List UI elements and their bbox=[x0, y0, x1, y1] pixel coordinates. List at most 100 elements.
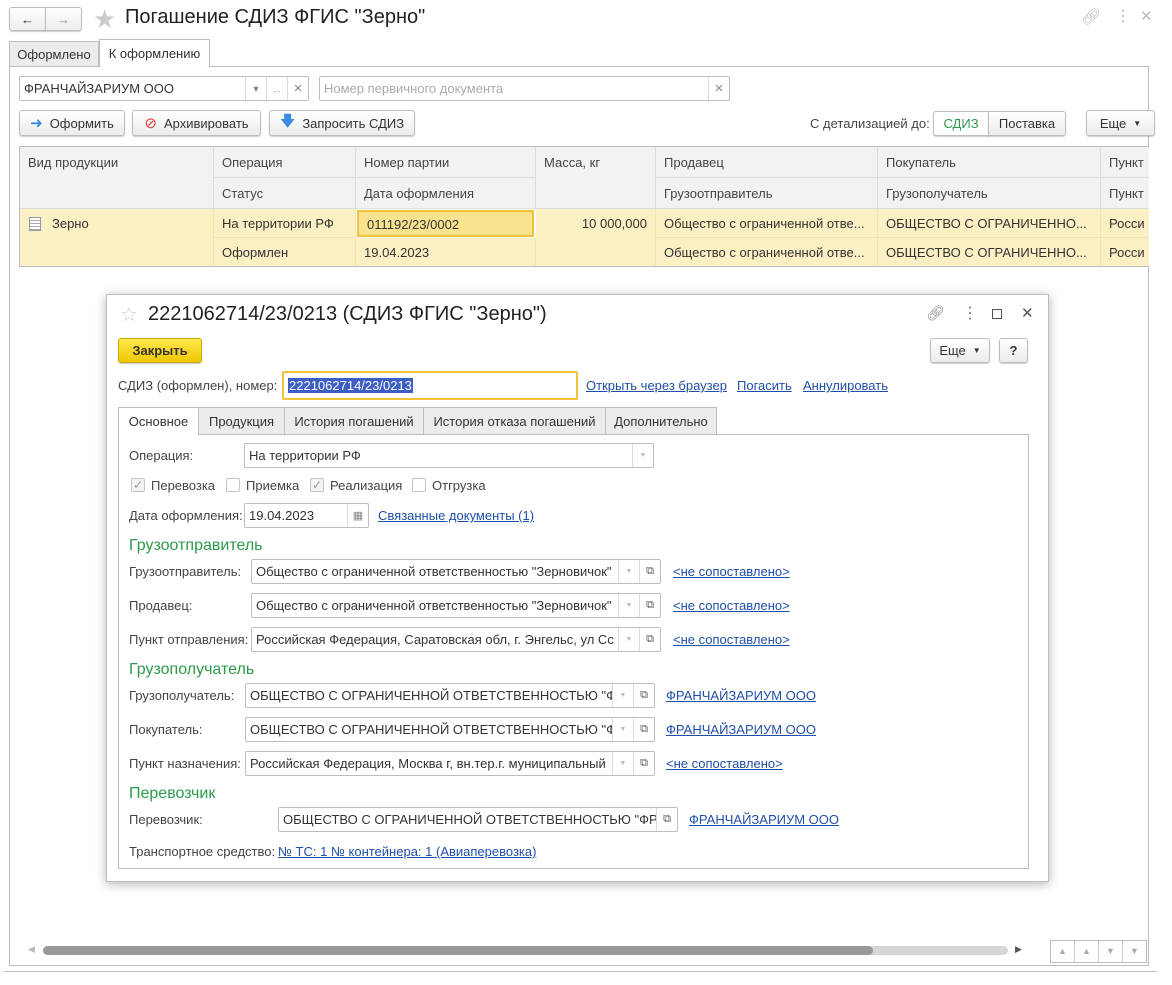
tab-repay-history[interactable]: История погашений bbox=[284, 407, 424, 434]
sdiz-number-input[interactable]: 2221062714/23/0213 bbox=[282, 371, 578, 400]
col-product[interactable]: Вид продукции bbox=[20, 147, 214, 209]
buyer-link[interactable]: ФРАНЧАЙЗАРИУМ ООО bbox=[666, 722, 816, 737]
cell-point-1[interactable]: Росси bbox=[1101, 209, 1149, 238]
checkbox-acceptance-label[interactable]: Приемка bbox=[246, 478, 299, 493]
cell-seller[interactable]: Общество с ограниченной отве... bbox=[656, 209, 878, 238]
cell-shipper[interactable]: Общество с ограниченной отве... bbox=[656, 238, 878, 266]
doc-number-input[interactable]: Номер первичного документа ✕ bbox=[319, 76, 730, 101]
help-button[interactable]: ? bbox=[999, 338, 1028, 363]
prev-row-icon[interactable]: ▲ bbox=[1075, 941, 1099, 962]
checkbox-shipment-label[interactable]: Отгрузка bbox=[432, 478, 486, 493]
seller-select[interactable]: Общество с ограниченной ответственностью… bbox=[251, 593, 661, 618]
col-date[interactable]: Дата оформления bbox=[356, 178, 536, 209]
col-buyer[interactable]: Покупатель bbox=[878, 147, 1101, 178]
more-button[interactable]: Еще ▼ bbox=[1086, 110, 1155, 136]
col-point-2[interactable]: Пункт bbox=[1101, 178, 1149, 209]
annul-link[interactable]: Аннулировать bbox=[803, 378, 888, 393]
date-input[interactable]: 19.04.2023 ▦ bbox=[244, 503, 369, 528]
cell-operation[interactable]: На территории РФ bbox=[214, 209, 356, 238]
consignee-select[interactable]: ОБЩЕСТВО С ОГРАНИЧЕННОЙ ОТВЕТСТВЕННОСТЬЮ… bbox=[245, 683, 655, 708]
col-batch[interactable]: Номер партии bbox=[356, 147, 536, 178]
checkbox-transport[interactable]: ✓ bbox=[131, 478, 145, 492]
cell-batch-selected[interactable]: 011192/23/0002 bbox=[357, 210, 534, 237]
more-dots-icon[interactable]: ⋮ bbox=[1115, 6, 1131, 26]
table-row[interactable]: Зерно bbox=[20, 209, 214, 266]
checkbox-acceptance[interactable] bbox=[226, 478, 240, 492]
checkbox-shipment[interactable] bbox=[412, 478, 426, 492]
cell-buyer[interactable]: ОБЩЕСТВО С ОГРАНИЧЕННО... bbox=[878, 209, 1101, 238]
open-icon[interactable]: ⧉ bbox=[656, 808, 677, 831]
seller-link[interactable]: <не сопоставлено> bbox=[673, 598, 790, 613]
detail-sdiz-toggle[interactable]: СДИЗ bbox=[933, 111, 989, 136]
col-point-1[interactable]: Пункт bbox=[1101, 147, 1149, 178]
maximize-icon[interactable] bbox=[992, 309, 1002, 319]
cell-point-2[interactable]: Росси bbox=[1101, 238, 1149, 266]
open-browser-link[interactable]: Открыть через браузер bbox=[586, 378, 727, 393]
next-row-icon[interactable]: ▼ bbox=[1099, 941, 1123, 962]
close-button[interactable]: Закрыть bbox=[118, 338, 202, 363]
tab-refusal-history[interactable]: История отказа погашений bbox=[423, 407, 606, 434]
scroll-left-icon[interactable]: ◀ bbox=[28, 944, 35, 955]
last-row-icon[interactable]: ▼ bbox=[1123, 941, 1146, 962]
destination-select[interactable]: Российская Федерация, Москва г, вн.тер.г… bbox=[245, 751, 655, 776]
col-consignee[interactable]: Грузополучатель bbox=[878, 178, 1101, 209]
clear-icon[interactable]: ✕ bbox=[708, 77, 729, 100]
open-icon[interactable]: ⧉ bbox=[633, 718, 654, 741]
col-shipper[interactable]: Грузоотправитель bbox=[656, 178, 878, 209]
detail-delivery-toggle[interactable]: Поставка bbox=[988, 111, 1066, 136]
dropdown-arrow-icon[interactable]: ▼ bbox=[618, 628, 639, 651]
departure-select[interactable]: Российская Федерация, Саратовская обл, г… bbox=[251, 627, 661, 652]
consignee-link[interactable]: ФРАНЧАЙЗАРИУМ ООО bbox=[666, 688, 816, 703]
cell-mass[interactable]: 10 000,000 bbox=[536, 209, 656, 266]
favorite-star-icon[interactable]: ☆ bbox=[120, 302, 138, 327]
tab-main[interactable]: Основное bbox=[118, 407, 199, 435]
open-icon[interactable]: ⧉ bbox=[639, 560, 660, 583]
dropdown-arrow-icon[interactable]: ▼ bbox=[618, 594, 639, 617]
col-status[interactable]: Статус bbox=[214, 178, 356, 209]
shipper-select[interactable]: Общество с ограниченной ответственностью… bbox=[251, 559, 661, 584]
checkbox-sale[interactable]: ✓ bbox=[310, 478, 324, 492]
dropdown-arrow-icon[interactable]: ▼ bbox=[632, 444, 653, 467]
choose-button[interactable]: ... bbox=[266, 77, 287, 100]
open-icon[interactable]: ⧉ bbox=[639, 628, 660, 651]
shipper-link[interactable]: <не сопоставлено> bbox=[673, 564, 790, 579]
dropdown-arrow-icon[interactable]: ▼ bbox=[612, 752, 633, 775]
forward-button[interactable]: → bbox=[45, 7, 82, 31]
dropdown-arrow-icon[interactable]: ▼ bbox=[612, 718, 633, 741]
calendar-icon[interactable]: ▦ bbox=[347, 504, 368, 527]
tab-to-issue[interactable]: К оформлению bbox=[99, 39, 210, 67]
carrier-select[interactable]: ОБЩЕСТВО С ОГРАНИЧЕННОЙ ОТВЕТСТВЕННОСТЬЮ… bbox=[278, 807, 678, 832]
back-button[interactable]: ← bbox=[9, 7, 46, 31]
operation-select[interactable]: На территории РФ ▼ bbox=[244, 443, 654, 468]
cell-date[interactable]: 19.04.2023 bbox=[356, 238, 536, 266]
related-docs-link[interactable]: Связанные документы (1) bbox=[378, 508, 534, 523]
dialog-more-button[interactable]: Еще ▼ bbox=[930, 338, 990, 363]
col-operation[interactable]: Операция bbox=[214, 147, 356, 178]
carrier-link[interactable]: ФРАНЧАЙЗАРИУМ ООО bbox=[689, 812, 839, 827]
scroll-right-icon[interactable]: ▶ bbox=[1015, 944, 1022, 955]
col-seller[interactable]: Продавец bbox=[656, 147, 878, 178]
tab-issued[interactable]: Оформлено bbox=[9, 41, 99, 66]
dropdown-arrow-icon[interactable]: ▼ bbox=[612, 684, 633, 707]
open-icon[interactable]: ⧉ bbox=[633, 684, 654, 707]
repay-link[interactable]: Погасить bbox=[737, 378, 792, 393]
open-icon[interactable]: ⧉ bbox=[633, 752, 654, 775]
tab-additional[interactable]: Дополнительно bbox=[605, 407, 717, 434]
open-icon[interactable]: ⧉ bbox=[639, 594, 660, 617]
clear-icon[interactable]: ✕ bbox=[287, 77, 308, 100]
favorite-star-icon[interactable]: ★ bbox=[93, 4, 116, 35]
link-icon[interactable]: 🔗︎ bbox=[926, 304, 945, 322]
archive-button[interactable]: ⊘ Архивировать bbox=[132, 110, 261, 136]
checkbox-sale-label[interactable]: Реализация bbox=[330, 478, 402, 493]
horizontal-scrollbar-track[interactable] bbox=[43, 946, 1008, 955]
close-icon[interactable]: ✕ bbox=[1021, 304, 1034, 322]
vehicle-link[interactable]: № ТС: 1 № контейнера: 1 (Авиаперевозка) bbox=[278, 844, 536, 859]
cell-consignee[interactable]: ОБЩЕСТВО С ОГРАНИЧЕННО... bbox=[878, 238, 1101, 266]
buyer-select[interactable]: ОБЩЕСТВО С ОГРАНИЧЕННОЙ ОТВЕТСТВЕННОСТЬЮ… bbox=[245, 717, 655, 742]
horizontal-scrollbar-thumb[interactable] bbox=[43, 946, 873, 955]
tab-products[interactable]: Продукция bbox=[198, 407, 285, 434]
link-icon[interactable]: 🔗︎ bbox=[1081, 7, 1101, 27]
dropdown-arrow-icon[interactable]: ▼ bbox=[618, 560, 639, 583]
cell-status[interactable]: Оформлен bbox=[214, 238, 356, 266]
more-dots-icon[interactable]: ⋮ bbox=[962, 303, 978, 323]
